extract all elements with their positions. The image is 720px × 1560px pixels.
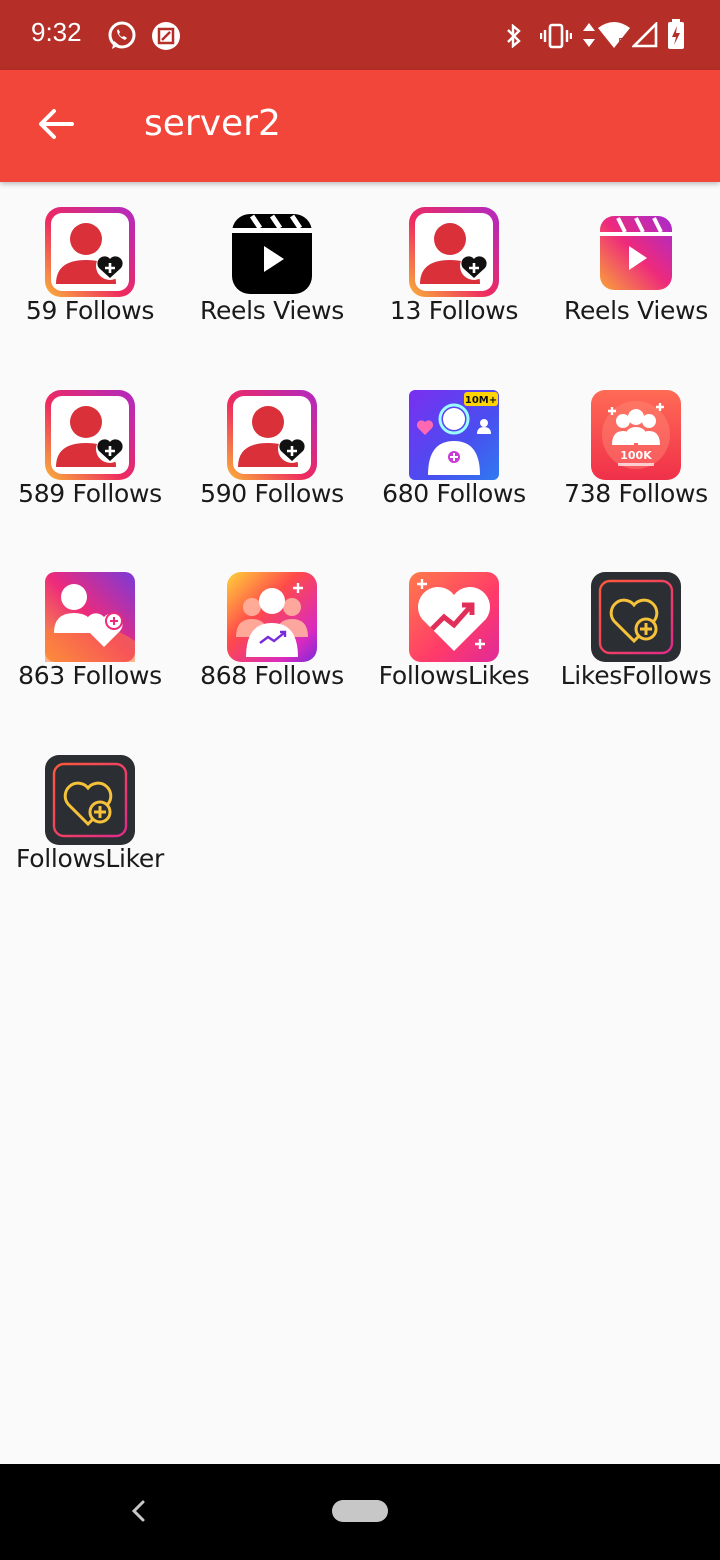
follows-heart-icon (44, 389, 136, 481)
battery-charging-icon (666, 18, 686, 54)
app-tile[interactable]: Reels Views (546, 200, 720, 350)
tile-label: 589 Follows (18, 479, 162, 508)
follows-heart-icon (44, 206, 136, 298)
tile-label: FollowsLikes (378, 661, 530, 690)
dark-heart-plus-icon (590, 571, 682, 663)
svg-text:5: 5 (618, 36, 625, 49)
followers-100k-icon: 100K (590, 389, 682, 481)
tile-label: LikesFollows (560, 661, 712, 690)
wifi-icon: 5 (596, 20, 632, 54)
app-tile[interactable]: 59 Follows (0, 200, 180, 350)
arrow-left-icon (36, 106, 76, 146)
user-heart-gradient-icon (44, 571, 136, 663)
badge-100k: 100K (620, 449, 652, 462)
nav-back-icon[interactable] (128, 1498, 150, 1528)
tile-label: 738 Follows (564, 479, 708, 508)
page-title: server2 (144, 103, 281, 144)
data-arrows-icon (582, 21, 596, 53)
tile-label: Reels Views (564, 296, 708, 325)
group-growth-icon (226, 571, 318, 663)
tile-label: FollowsLiker (16, 844, 164, 873)
app-tile[interactable]: 10M+ 680 Follows (364, 383, 544, 533)
tile-label: 13 Follows (389, 296, 519, 325)
badge-10m: 10M+ (465, 395, 497, 406)
follows-heart-icon (408, 206, 500, 298)
tile-label: Reels Views (200, 296, 344, 325)
whatsapp-icon (106, 20, 138, 56)
bluetooth-icon (504, 23, 524, 52)
screenshot-notification-icon (150, 20, 182, 56)
cell-signal-icon (630, 20, 658, 52)
status-bar: 9:32 5 (0, 0, 720, 70)
follows-heart-icon (226, 389, 318, 481)
tile-label: 868 Follows (200, 661, 344, 690)
status-time: 9:32 (31, 17, 82, 47)
app-tile[interactable]: 13 Follows (364, 200, 544, 350)
app-tile[interactable]: 589 Follows (0, 383, 180, 533)
app-tile[interactable]: LikesFollows (546, 565, 720, 715)
heart-growth-icon (408, 571, 500, 663)
vibrate-icon (539, 23, 573, 53)
followers-10m-icon: 10M+ (408, 389, 500, 481)
tile-label: 680 Follows (382, 479, 526, 508)
back-button[interactable] (30, 100, 82, 152)
dark-heart-plus-icon (44, 754, 136, 846)
app-tile[interactable]: FollowsLiker (0, 748, 180, 898)
app-tile[interactable]: 868 Follows (182, 565, 362, 715)
reels-black-icon (226, 206, 318, 298)
app-tile[interactable]: 590 Follows (182, 383, 362, 533)
app-tile[interactable]: FollowsLikes (364, 565, 544, 715)
app-tile[interactable]: Reels Views (182, 200, 362, 350)
nav-home-pill[interactable] (332, 1500, 388, 1522)
tile-label: 863 Follows (18, 661, 162, 690)
app-tile[interactable]: 100K 738 Follows (546, 383, 720, 533)
tile-label: 590 Follows (200, 479, 344, 508)
app-bar: server2 (0, 70, 720, 182)
tile-label: 59 Follows (25, 296, 155, 325)
reels-gradient-icon (590, 206, 682, 298)
app-tile[interactable]: 863 Follows (0, 565, 180, 715)
